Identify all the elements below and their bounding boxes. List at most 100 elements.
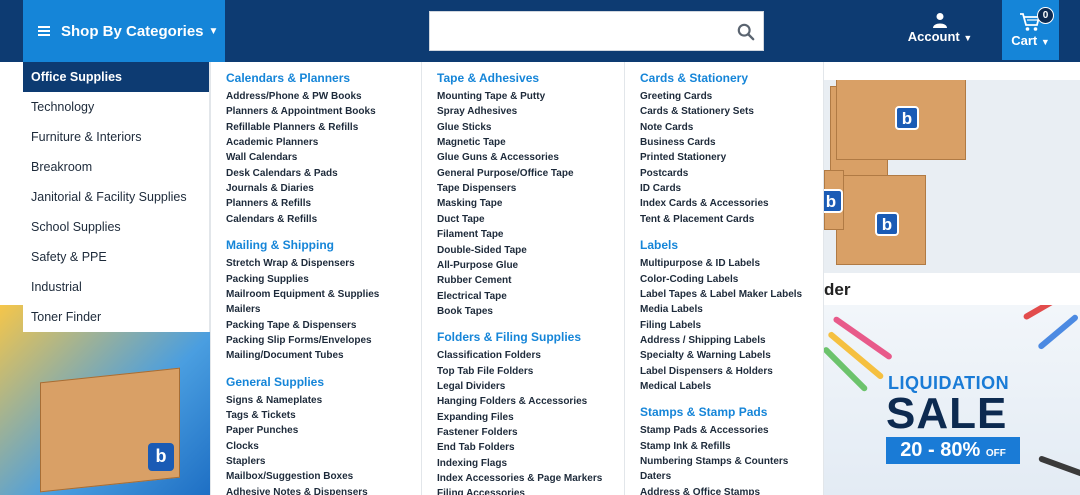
menu-link-electrical-tape[interactable]: Electrical Tape bbox=[437, 291, 507, 302]
menu-link-spray-adhesives[interactable]: Spray Adhesives bbox=[437, 106, 517, 117]
menu-link-end-tab-folders[interactable]: End Tab Folders bbox=[437, 442, 515, 453]
menu-link-media-labels[interactable]: Media Labels bbox=[640, 304, 703, 315]
sidebar-item-school-supplies[interactable]: School Supplies bbox=[23, 212, 209, 242]
menu-link-magnetic-tape[interactable]: Magnetic Tape bbox=[437, 137, 506, 148]
menu-link-address-shipping-labels[interactable]: Address / Shipping Labels bbox=[640, 335, 766, 346]
menu-heading-stamps-and-stamp-pads[interactable]: Stamps & Stamp Pads bbox=[640, 405, 767, 419]
menu-link-mailers[interactable]: Mailers bbox=[226, 304, 260, 315]
menu-link-mailroom-equipment-and-supplies[interactable]: Mailroom Equipment & Supplies bbox=[226, 289, 379, 300]
menu-link-medical-labels[interactable]: Medical Labels bbox=[640, 381, 711, 392]
school-supplies-banner-image[interactable]: b bbox=[0, 305, 210, 495]
menu-link-hanging-folders-and-accessories[interactable]: Hanging Folders & Accessories bbox=[437, 396, 587, 407]
menu-link-expanding-files[interactable]: Expanding Files bbox=[437, 412, 514, 423]
menu-link-index-accessories-and-page-markers[interactable]: Index Accessories & Page Markers bbox=[437, 473, 602, 484]
sidebar-item-furniture-interiors[interactable]: Furniture & Interiors bbox=[23, 122, 209, 152]
menu-link-business-cards[interactable]: Business Cards bbox=[640, 137, 716, 148]
menu-link-book-tapes[interactable]: Book Tapes bbox=[437, 306, 493, 317]
sidebar-item-technology[interactable]: Technology bbox=[23, 92, 209, 122]
menu-link-rubber-cement[interactable]: Rubber Cement bbox=[437, 275, 511, 286]
menu-link-planners-and-refills[interactable]: Planners & Refills bbox=[226, 198, 311, 209]
menu-link-calendars-and-refills[interactable]: Calendars & Refills bbox=[226, 214, 317, 225]
menu-link-cards-and-stationery-sets[interactable]: Cards & Stationery Sets bbox=[640, 106, 754, 117]
menu-link-refillable-planners-and-refills[interactable]: Refillable Planners & Refills bbox=[226, 122, 358, 133]
menu-link-index-cards-and-accessories[interactable]: Index Cards & Accessories bbox=[640, 198, 769, 209]
menu-link-legal-dividers[interactable]: Legal Dividers bbox=[437, 381, 505, 392]
menu-link-address-phone-and-pw-books[interactable]: Address/Phone & PW Books bbox=[226, 91, 362, 102]
sidebar-item-breakroom[interactable]: Breakroom bbox=[23, 152, 209, 182]
menu-link-packing-supplies[interactable]: Packing Supplies bbox=[226, 274, 309, 285]
liquidation-sale-banner[interactable]: LIQUIDATION SALE 20 - 80% OFF bbox=[824, 305, 1080, 495]
menu-heading-calendars-and-planners[interactable]: Calendars & Planners bbox=[226, 71, 350, 85]
menu-link-address-and-office-stamps[interactable]: Address & Office Stamps bbox=[640, 487, 760, 495]
menu-link-paper-punches[interactable]: Paper Punches bbox=[226, 425, 298, 436]
menu-link-adhesive-notes-and-dispensers[interactable]: Adhesive Notes & Dispensers bbox=[226, 487, 368, 495]
search-input[interactable] bbox=[430, 12, 725, 50]
menu-link-postcards[interactable]: Postcards bbox=[640, 168, 688, 179]
menu-link-glue-sticks[interactable]: Glue Sticks bbox=[437, 122, 491, 133]
menu-link-classification-folders[interactable]: Classification Folders bbox=[437, 350, 541, 361]
menu-link-signs-and-nameplates[interactable]: Signs & Nameplates bbox=[226, 395, 322, 406]
menu-link-staplers[interactable]: Staplers bbox=[226, 456, 265, 467]
shop-by-categories-button[interactable]: Shop By Categories ▼ bbox=[23, 0, 225, 62]
menu-link-planners-and-appointment-books[interactable]: Planners & Appointment Books bbox=[226, 106, 376, 117]
menu-link-id-cards[interactable]: ID Cards bbox=[640, 183, 681, 194]
menu-link-note-cards[interactable]: Note Cards bbox=[640, 122, 693, 133]
menu-link-multipurpose-and-id-labels[interactable]: Multipurpose & ID Labels bbox=[640, 258, 760, 269]
menu-heading-mailing-and-shipping[interactable]: Mailing & Shipping bbox=[226, 238, 334, 252]
sidebar-item-safety-ppe[interactable]: Safety & PPE bbox=[23, 242, 209, 272]
sidebar-item-office-supplies[interactable]: Office Supplies bbox=[23, 62, 209, 92]
menu-link-label-dispensers-and-holders[interactable]: Label Dispensers & Holders bbox=[640, 366, 773, 377]
menu-heading-tape-and-adhesives[interactable]: Tape & Adhesives bbox=[437, 71, 539, 85]
menu-link-stamp-pads-and-accessories[interactable]: Stamp Pads & Accessories bbox=[640, 425, 769, 436]
menu-link-glue-guns-and-accessories[interactable]: Glue Guns & Accessories bbox=[437, 152, 559, 163]
menu-link-all-purpose-glue[interactable]: All-Purpose Glue bbox=[437, 260, 518, 271]
menu-link-mailbox-suggestion-boxes[interactable]: Mailbox/Suggestion Boxes bbox=[226, 471, 353, 482]
menu-link-packing-tape-and-dispensers[interactable]: Packing Tape & Dispensers bbox=[226, 320, 356, 331]
cart-button[interactable]: 0 Cart ▼ bbox=[1002, 0, 1059, 60]
menu-link-desk-calendars-and-pads[interactable]: Desk Calendars & Pads bbox=[226, 168, 338, 179]
sidebar-item-industrial[interactable]: Industrial bbox=[23, 272, 209, 302]
menu-link-filament-tape[interactable]: Filament Tape bbox=[437, 229, 504, 240]
menu-link-numbering-stamps-and-counters[interactable]: Numbering Stamps & Counters bbox=[640, 456, 788, 467]
menu-heading-labels[interactable]: Labels bbox=[640, 238, 678, 252]
menu-link-color-coding-labels[interactable]: Color-Coding Labels bbox=[640, 274, 738, 285]
menu-heading-folders-and-filing-supplies[interactable]: Folders & Filing Supplies bbox=[437, 330, 581, 344]
search-bar bbox=[429, 11, 764, 51]
account-button[interactable]: Account ▼ bbox=[905, 8, 975, 54]
menu-link-daters[interactable]: Daters bbox=[640, 471, 671, 482]
menu-link-filing-accessories[interactable]: Filing Accessories bbox=[437, 488, 525, 495]
menu-heading-general-supplies[interactable]: General Supplies bbox=[226, 375, 324, 389]
menu-link-tent-and-placement-cards[interactable]: Tent & Placement Cards bbox=[640, 214, 754, 225]
menu-link-double-sided-tape[interactable]: Double-Sided Tape bbox=[437, 245, 527, 256]
menu-link-mailing-document-tubes[interactable]: Mailing/Document Tubes bbox=[226, 350, 344, 361]
menu-link-tags-and-tickets[interactable]: Tags & Tickets bbox=[226, 410, 296, 421]
sidebar-item-janitorial[interactable]: Janitorial & Facility Supplies bbox=[23, 182, 209, 212]
menu-link-journals-and-diaries[interactable]: Journals & Diaries bbox=[226, 183, 314, 194]
menu-link-stamp-ink-and-refills[interactable]: Stamp Ink & Refills bbox=[640, 441, 731, 452]
menu-link-filing-labels[interactable]: Filing Labels bbox=[640, 320, 701, 331]
menu-link-label-tapes-and-label-maker-labels[interactable]: Label Tapes & Label Maker Labels bbox=[640, 289, 802, 300]
menu-link-mounting-tape-and-putty[interactable]: Mounting Tape & Putty bbox=[437, 91, 545, 102]
menu-link-wall-calendars[interactable]: Wall Calendars bbox=[226, 152, 297, 163]
menu-link-packing-slip-forms-envelopes[interactable]: Packing Slip Forms/Envelopes bbox=[226, 335, 372, 346]
search-icon[interactable] bbox=[737, 23, 755, 41]
menu-link-stretch-wrap-and-dispensers[interactable]: Stretch Wrap & Dispensers bbox=[226, 258, 355, 269]
menu-link-indexing-flags[interactable]: Indexing Flags bbox=[437, 458, 507, 469]
menu-link-duct-tape[interactable]: Duct Tape bbox=[437, 214, 485, 225]
menu-link-general-purpose-office-tape[interactable]: General Purpose/Office Tape bbox=[437, 168, 574, 179]
menu-link-tape-dispensers[interactable]: Tape Dispensers bbox=[437, 183, 516, 194]
menu-link-greeting-cards[interactable]: Greeting Cards bbox=[640, 91, 712, 102]
toner-banner-image[interactable]: b b b bbox=[824, 80, 1080, 273]
menu-link-academic-planners[interactable]: Academic Planners bbox=[226, 137, 318, 148]
menu-link-top-tab-file-folders[interactable]: Top Tab File Folders bbox=[437, 366, 533, 377]
menu-link-masking-tape[interactable]: Masking Tape bbox=[437, 198, 502, 209]
menu-link-printed-stationery[interactable]: Printed Stationery bbox=[640, 152, 726, 163]
cardboard-box: b bbox=[836, 175, 926, 265]
menu-link-specialty-and-warning-labels[interactable]: Specialty & Warning Labels bbox=[640, 350, 771, 361]
cardboard-box bbox=[40, 367, 180, 493]
discount-badge: 20 - 80% OFF bbox=[886, 437, 1020, 464]
menu-heading-cards-and-stationery[interactable]: Cards & Stationery bbox=[640, 71, 748, 85]
sidebar-item-toner-finder[interactable]: Toner Finder bbox=[23, 302, 209, 332]
menu-link-clocks[interactable]: Clocks bbox=[226, 441, 259, 452]
menu-link-fastener-folders[interactable]: Fastener Folders bbox=[437, 427, 518, 438]
